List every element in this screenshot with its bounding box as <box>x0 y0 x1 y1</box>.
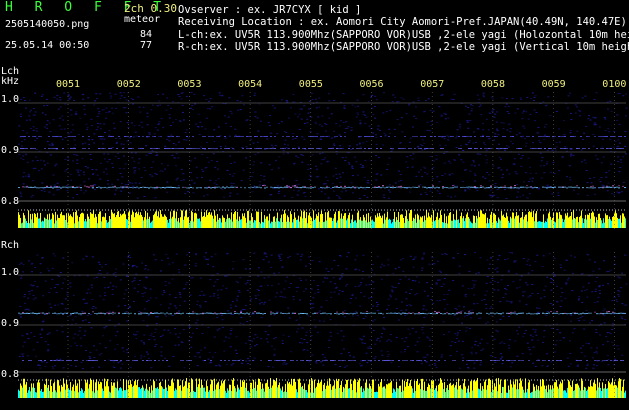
grid-lines <box>18 92 626 400</box>
lch-level-bars <box>18 210 626 228</box>
lch-spectrogram <box>18 92 628 199</box>
spectrogram-canvas <box>18 92 628 400</box>
rch-level-bars <box>18 378 626 398</box>
rch-spectrogram <box>18 252 628 369</box>
